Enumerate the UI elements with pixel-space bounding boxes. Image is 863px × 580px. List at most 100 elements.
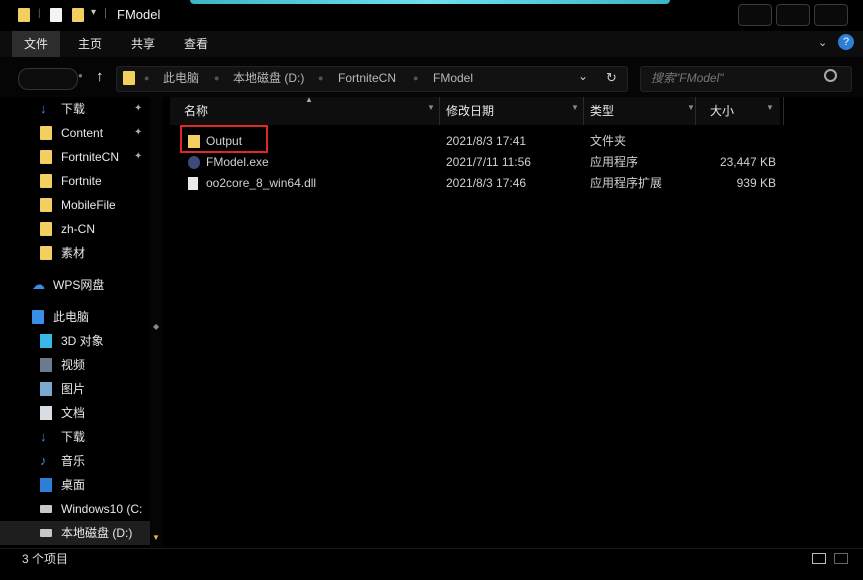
separator: |: [104, 7, 107, 19]
nav-item[interactable]: Content ✦: [0, 121, 150, 145]
scroll-thumb[interactable]: ◆: [153, 322, 159, 331]
drive-icon: [40, 529, 52, 537]
folder-icon: [40, 246, 52, 260]
video-icon: [40, 358, 52, 372]
nav-item-label: FortniteCN: [61, 150, 120, 164]
nav-item[interactable]: Windows10 (C:: [0, 497, 150, 521]
nav-item[interactable]: 3D 对象: [0, 329, 150, 353]
address-dropdown-icon[interactable]: ⌄: [578, 69, 588, 83]
nav-item-label: 音乐: [61, 454, 86, 468]
large-icons-view-icon[interactable]: [834, 553, 848, 564]
file-name: FModel.exe: [206, 155, 269, 169]
folder-icon: [40, 150, 52, 164]
nav-item[interactable]: 本地磁盘 (D:): [0, 521, 150, 545]
nav-item-label: 此电脑: [53, 310, 90, 324]
nav-item[interactable]: FortniteCN ✦: [0, 145, 150, 169]
tab-view[interactable]: 查看: [172, 31, 220, 57]
nav-item[interactable]: ↓ 下载 ✦: [0, 97, 150, 121]
pin-icon[interactable]: ✦: [134, 145, 142, 169]
column-filter-icon[interactable]: ▼: [687, 103, 695, 112]
cube-icon: [40, 334, 52, 348]
search-icon[interactable]: [824, 69, 837, 82]
quick-access-dropdown-icon[interactable]: ▾: [91, 7, 96, 18]
up-arrow-icon[interactable]: ↑: [96, 68, 104, 85]
window-title: FModel: [117, 7, 161, 22]
scroll-down-arrow-icon[interactable]: ▼: [152, 533, 160, 542]
nav-item[interactable]: 素材: [0, 241, 150, 265]
document-icon: [40, 406, 52, 420]
nav-item-label: Fortnite: [61, 174, 102, 188]
nav-item[interactable]: ♪ 音乐: [0, 449, 150, 473]
column-filter-icon[interactable]: ▼: [766, 103, 774, 112]
back-forward-buttons[interactable]: [18, 68, 78, 90]
nav-item-label: 下载: [61, 102, 86, 116]
details-view-icon[interactable]: [812, 553, 826, 564]
breadcrumb-separator: ●: [214, 73, 220, 83]
nav-item[interactable]: Fortnite: [0, 169, 150, 193]
nav-item[interactable]: 桌面: [0, 473, 150, 497]
nav-item[interactable]: 视频: [0, 353, 150, 377]
nav-item[interactable]: 图片: [0, 377, 150, 401]
nav-item[interactable]: zh-CN: [0, 217, 150, 241]
new-folder-icon[interactable]: [72, 8, 84, 22]
column-name[interactable]: 名称: [170, 97, 440, 125]
nav-item-label: WPS网盘: [53, 278, 105, 292]
refresh-icon[interactable]: ↻: [606, 70, 617, 86]
help-icon[interactable]: ?: [838, 34, 854, 50]
recent-locations-icon[interactable]: ●: [78, 71, 83, 80]
folder-icon: [40, 174, 52, 188]
column-date[interactable]: 修改日期: [432, 97, 584, 125]
properties-icon[interactable]: [50, 8, 62, 22]
folder-icon: [40, 198, 52, 212]
nav-item[interactable]: 此电脑: [0, 305, 150, 329]
file-row[interactable]: Output 2021/8/3 17:41 文件夹: [180, 131, 780, 152]
column-type[interactable]: 类型: [576, 97, 696, 125]
file-row[interactable]: FModel.exe 2021/7/11 11:56 应用程序 23,447 KB: [180, 152, 780, 173]
nav-item-label: 3D 对象: [61, 334, 104, 348]
nav-item[interactable]: MobileFile: [0, 193, 150, 217]
file-size: 23,447 KB: [719, 155, 776, 169]
nav-item[interactable]: ☁ WPS网盘: [0, 273, 150, 297]
nav-item[interactable]: ↓ 下载: [0, 425, 150, 449]
file-row[interactable]: oo2core_8_win64.dll 2021/8/3 17:46 应用程序扩展 9…: [180, 173, 780, 194]
tab-file[interactable]: 文件: [12, 31, 61, 57]
title-accent-bar: [190, 0, 670, 4]
breadcrumb-separator: ●: [144, 73, 150, 83]
download-arrow-icon: ↓: [40, 101, 47, 116]
folder-icon: [40, 222, 52, 236]
breadcrumb-drive-d[interactable]: 本地磁盘 (D:): [233, 66, 304, 90]
nav-item-label: 桌面: [61, 478, 86, 492]
breadcrumb-separator: ●: [318, 73, 324, 83]
nav-item-label: MobileFile: [61, 198, 116, 212]
file-size: 939 KB: [736, 176, 776, 190]
nav-item-label: 下载: [61, 430, 86, 444]
pin-icon[interactable]: ✦: [134, 121, 142, 145]
music-note-icon: ♪: [40, 453, 47, 468]
ribbon-expand-icon[interactable]: ⌄: [818, 36, 827, 49]
item-count: 3 个项目: [22, 552, 69, 566]
file-type: 应用程序: [590, 155, 639, 169]
breadcrumb-fortnitecn[interactable]: FortniteCN: [338, 66, 396, 90]
search-placeholder: 搜索"FModel": [651, 71, 724, 85]
folder-icon: [18, 8, 30, 22]
maximize-button[interactable]: [776, 4, 810, 26]
download-arrow-icon: ↓: [40, 429, 47, 444]
tab-home[interactable]: 主页: [66, 31, 114, 57]
breadcrumb-this-pc[interactable]: 此电脑: [163, 66, 199, 90]
file-type: 文件夹: [590, 134, 627, 148]
drive-icon: [40, 505, 52, 513]
close-button[interactable]: [814, 4, 848, 26]
desktop-icon: [40, 478, 52, 492]
highlight-box: [180, 125, 268, 153]
minimize-button[interactable]: [738, 4, 772, 26]
file-name: oo2core_8_win64.dll: [206, 176, 317, 190]
folder-icon: [123, 71, 135, 85]
breadcrumb-fmodel[interactable]: FModel: [433, 66, 473, 90]
pin-icon[interactable]: ✦: [134, 97, 142, 121]
nav-item[interactable]: 文档: [0, 401, 150, 425]
nav-item-label: 本地磁盘 (D:): [61, 526, 133, 540]
nav-item-label: 素材: [61, 246, 86, 260]
tab-share[interactable]: 共享: [119, 31, 167, 57]
file-date: 2021/7/11 11:56: [446, 155, 531, 169]
file-type: 应用程序扩展: [590, 176, 663, 190]
